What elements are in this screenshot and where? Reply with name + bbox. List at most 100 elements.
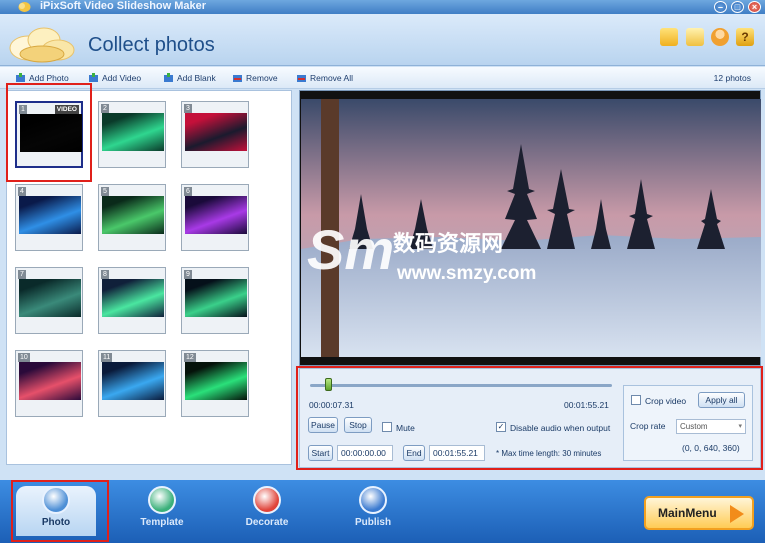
thumbnail-item[interactable]: 3	[181, 101, 249, 168]
flower-logo-icon	[9, 27, 75, 63]
page-title: Collect photos	[88, 34, 215, 56]
folder-icon[interactable]	[660, 28, 678, 46]
thumbnail-image	[20, 114, 82, 152]
thumbnail-number: 9	[184, 270, 192, 279]
note-icon[interactable]	[686, 28, 704, 46]
thumbnail-number: 8	[101, 270, 109, 279]
crop-rate-label: Crop rate	[630, 421, 666, 431]
remove-all-icon	[297, 75, 306, 82]
total-time: 00:01:55.21	[564, 400, 609, 410]
page-header: Collect photos ?	[0, 14, 765, 66]
arrow-right-icon	[730, 505, 744, 523]
thumbnail-number: 1	[19, 105, 27, 114]
timeline-thumb[interactable]	[325, 378, 333, 391]
preview-image: Sm 数码资源网 www.smzy.com	[301, 99, 761, 357]
tab-template-label: Template	[140, 517, 184, 528]
photo-icon	[42, 486, 70, 514]
main-menu-label: MainMenu	[658, 506, 717, 520]
start-time-field[interactable]: 00:00:00.00	[337, 445, 393, 461]
tab-decorate[interactable]: Decorate	[227, 486, 307, 536]
thumbnail-image	[19, 279, 81, 317]
thumbnail-image	[185, 279, 247, 317]
thumbnail-item[interactable]: 4	[15, 184, 83, 251]
tab-publish[interactable]: Publish	[333, 486, 413, 536]
thumbnail-number: 2	[101, 104, 109, 113]
watermark: Sm	[307, 218, 394, 281]
svg-text:Sm: Sm	[307, 218, 394, 281]
heart-icon	[253, 486, 281, 514]
add-blank-button[interactable]: Add Blank	[163, 72, 216, 84]
thumbnail-image	[102, 279, 164, 317]
thumbnail-image	[102, 113, 164, 151]
globe-icon	[359, 486, 387, 514]
video-preview[interactable]: Sm 数码资源网 www.smzy.com	[299, 90, 761, 366]
crop-video-checkbox[interactable]	[631, 395, 641, 405]
thumbnail-number: 5	[101, 187, 109, 196]
tab-photo[interactable]: Photo	[16, 486, 96, 536]
thumbnail-image	[19, 196, 81, 234]
app-title: iPixSoft Video Slideshow Maker	[40, 0, 207, 12]
thumbnail-item[interactable]: 11	[98, 350, 166, 417]
thumbnail-item[interactable]: 7	[15, 267, 83, 334]
crop-rate-value: Custom	[680, 422, 708, 431]
timeline-track[interactable]	[310, 384, 612, 387]
remove-button[interactable]: Remove	[232, 72, 278, 84]
help-icon[interactable]: ?	[736, 28, 754, 46]
end-button[interactable]: End	[403, 445, 425, 461]
pause-button[interactable]: Pause	[308, 417, 338, 433]
app-logo-icon	[18, 2, 31, 12]
thumbnail-item[interactable]: 12	[181, 350, 249, 417]
minimize-button[interactable]: –	[714, 1, 727, 13]
start-button[interactable]: Start	[308, 445, 333, 461]
watermark-url: www.smzy.com	[396, 263, 536, 284]
add-blank-icon	[164, 73, 173, 82]
thumbnail-number: 6	[184, 187, 192, 196]
video-badge: VIDEO	[54, 105, 79, 114]
thumbnail-item[interactable]: 9	[181, 267, 249, 334]
watermark-cn: 数码资源网	[393, 231, 503, 257]
template-icon	[148, 486, 176, 514]
tab-publish-label: Publish	[354, 517, 392, 528]
disable-audio-checkbox[interactable]: ✓	[496, 422, 506, 432]
thumbnail-image	[185, 362, 247, 400]
thumbnail-image	[102, 196, 164, 234]
photo-toolbar: Add Photo Add Video Add Blank Remove Rem…	[0, 67, 765, 89]
thumbnail-item[interactable]: 1 VIDEO	[15, 101, 83, 168]
player-controls: 00:00:07.31 00:01:55.21 Pause Stop Mute …	[299, 368, 761, 468]
title-bar: iPixSoft Video Slideshow Maker – □ ×	[0, 0, 765, 14]
current-time: 00:00:07.31	[309, 400, 354, 410]
tab-template[interactable]: Template	[122, 486, 202, 536]
add-video-button[interactable]: Add Video	[88, 72, 141, 84]
thumbnail-number: 12	[184, 353, 196, 362]
remove-label: Remove	[246, 73, 278, 83]
thumbnail-item[interactable]: 8	[98, 267, 166, 334]
add-photo-label: Add Photo	[29, 73, 69, 83]
remove-icon	[233, 75, 242, 82]
thumbnail-image	[185, 113, 247, 151]
thumbnail-number: 3	[184, 104, 192, 113]
thumbnail-item[interactable]: 10	[15, 350, 83, 417]
thumbnail-item[interactable]: 5	[98, 184, 166, 251]
crop-rate-select[interactable]: Custom ▾	[676, 419, 746, 434]
thumbnail-image	[102, 362, 164, 400]
tab-decorate-label: Decorate	[245, 517, 289, 528]
apply-all-button[interactable]: Apply all	[698, 392, 745, 408]
thumbnail-grid: 1 VIDEO 2 3 4 5 6 7 8 9 10 11 12	[6, 90, 292, 465]
photo-count: 12 photos	[713, 73, 751, 83]
crop-settings: Crop video Apply all Crop rate Custom ▾ …	[623, 385, 753, 461]
user-icon[interactable]	[711, 28, 729, 46]
thumbnail-item[interactable]: 2	[98, 101, 166, 168]
thumbnail-image	[185, 196, 247, 234]
add-photo-button[interactable]: Add Photo	[15, 72, 69, 84]
mute-checkbox[interactable]	[382, 422, 392, 432]
main-menu-button[interactable]: MainMenu	[644, 496, 754, 530]
crop-coords: (0, 0, 640, 360)	[682, 443, 740, 453]
end-time-field[interactable]: 00:01:55.21	[429, 445, 485, 461]
add-video-icon	[89, 73, 98, 82]
close-button[interactable]: ×	[748, 1, 761, 13]
remove-all-button[interactable]: Remove All	[296, 72, 353, 84]
thumbnail-item[interactable]: 6	[181, 184, 249, 251]
add-video-label: Add Video	[102, 73, 142, 83]
maximize-button[interactable]: □	[731, 1, 744, 13]
stop-button[interactable]: Stop	[344, 417, 372, 433]
